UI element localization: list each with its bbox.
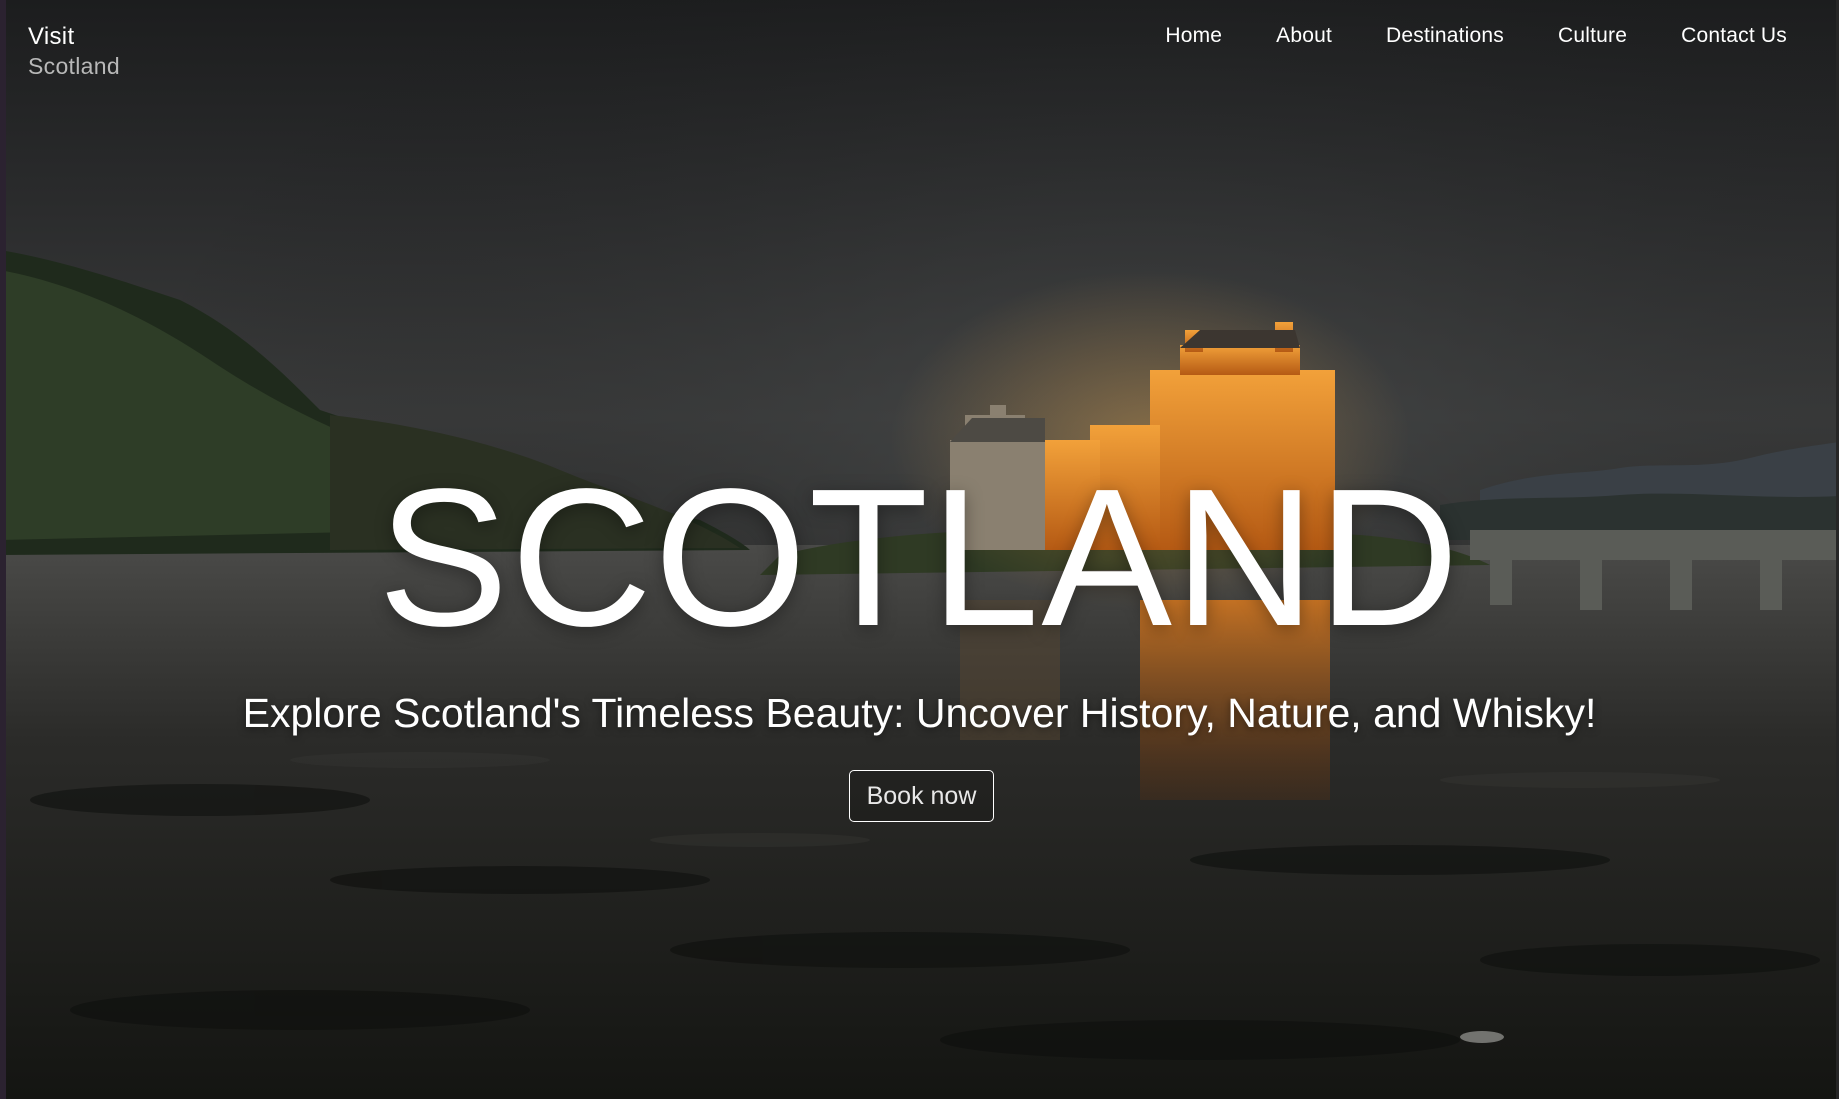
main-nav: Home About Destinations Culture Contact … [1165, 24, 1787, 48]
hero-subtitle: Explore Scotland's Timeless Beauty: Unco… [242, 690, 1597, 736]
nav-link-destinations[interactable]: Destinations [1386, 24, 1504, 48]
nav-link-home[interactable]: Home [1165, 24, 1222, 48]
hero-section: Visit Scotland Home About Destinations C… [0, 0, 1839, 1099]
nav-link-about[interactable]: About [1276, 24, 1332, 48]
logo-text-visit: Visit [28, 23, 75, 50]
nav-link-culture[interactable]: Culture [1558, 24, 1627, 48]
nav-link-contact-us[interactable]: Contact Us [1681, 24, 1787, 48]
book-now-button[interactable]: Book now [849, 770, 994, 822]
logo-text-scotland: Scotland [28, 53, 120, 79]
site-logo[interactable]: Visit Scotland [28, 22, 120, 81]
hero-title: SCOTLAND [377, 448, 1462, 667]
